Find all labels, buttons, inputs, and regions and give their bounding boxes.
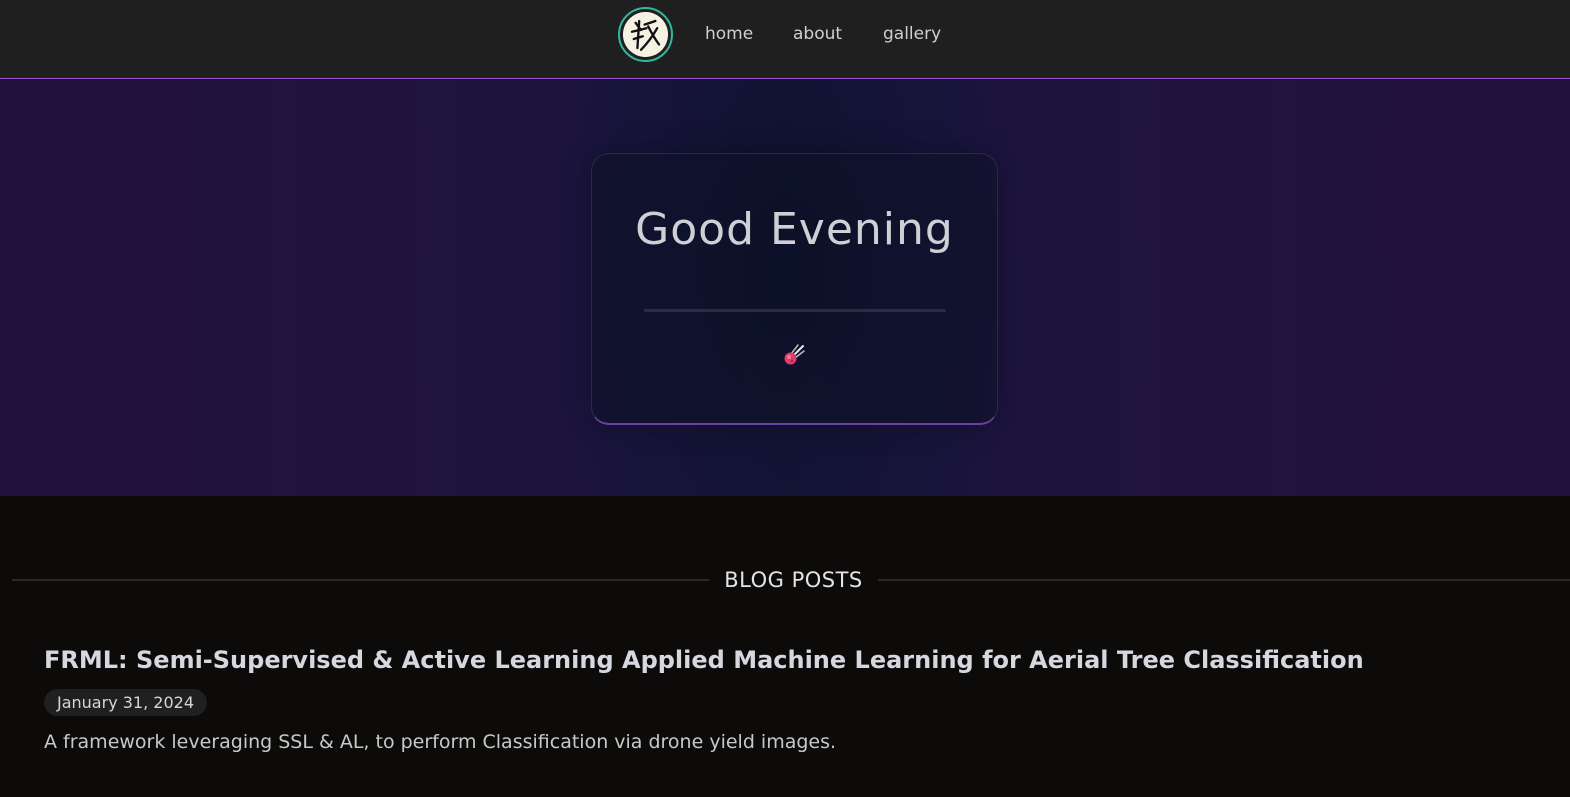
section-divider-right xyxy=(878,579,1570,581)
section-divider-left xyxy=(12,579,709,581)
top-navbar: home about gallery xyxy=(0,0,1570,79)
greeting-divider xyxy=(644,309,946,312)
blog-post-card: FRML: Semi-Supervised & Active Learning … xyxy=(44,643,1524,755)
nav-link-about[interactable]: about xyxy=(793,22,842,46)
post-description: A framework leveraging SSL & AL, to perf… xyxy=(44,731,837,753)
hero-banner: Good Evening xyxy=(0,80,1570,496)
site-logo[interactable] xyxy=(618,7,673,62)
greeting-card: Good Evening xyxy=(591,153,998,425)
nav-link-home[interactable]: home xyxy=(705,22,753,46)
nav-link-gallery[interactable]: gallery xyxy=(883,22,941,46)
greeting-title: Good Evening xyxy=(635,204,954,255)
section-title: BLOG POSTS xyxy=(724,568,863,592)
post-title-link[interactable]: FRML: Semi-Supervised & Active Learning … xyxy=(44,643,1524,677)
comet-icon xyxy=(784,344,805,365)
blog-section-heading: BLOG POSTS xyxy=(12,564,1570,596)
kanji-logo-icon xyxy=(623,12,668,57)
post-date-badge: January 31, 2024 xyxy=(44,689,207,716)
